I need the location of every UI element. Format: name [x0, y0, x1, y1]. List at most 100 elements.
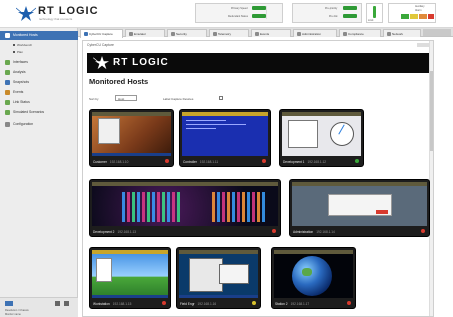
- sidebar-item-analysis[interactable]: Analysis: [0, 68, 78, 77]
- sidebar-item-link-status[interactable]: Link Status: [0, 98, 78, 107]
- bell-icon: [5, 90, 10, 95]
- tab-label: Emulator: [134, 32, 147, 36]
- tab-cybercu-capture[interactable]: CyberCU Capture: [80, 29, 123, 38]
- host-status-indicator: [421, 229, 425, 233]
- tab-network[interactable]: Network: [383, 29, 421, 37]
- tab-label: Compliance: [348, 32, 364, 36]
- capture-icon: [84, 32, 88, 36]
- sort-select[interactable]: Host: [115, 95, 137, 101]
- host-name: Station 2: [275, 302, 288, 306]
- host-screen-thumbnail[interactable]: [274, 250, 353, 298]
- star-logo-icon: [16, 6, 36, 21]
- tab-compliance[interactable]: Compliance: [339, 29, 381, 37]
- monitor-icon: [5, 33, 10, 38]
- tab-bar: CyberCU Capture Emulator Security Teleme…: [78, 28, 453, 38]
- pre-priority-indicator: [343, 6, 357, 10]
- host-tile[interactable]: Workstation 192.168.1.15: [89, 247, 171, 309]
- warning-panel: Pre-priority Pre-link: [292, 3, 362, 23]
- host-ip: 192.168.1.16: [197, 302, 217, 306]
- thermometer-icon: [373, 6, 376, 18]
- host-screen-thumbnail[interactable]: [92, 250, 168, 298]
- scroll-thumb[interactable]: [430, 71, 433, 151]
- sidebar-item-snapshots[interactable]: Snapshots: [0, 78, 78, 87]
- host-screen-thumbnail[interactable]: [182, 112, 268, 156]
- host-screen-thumbnail[interactable]: [179, 250, 258, 298]
- host-caption: Controller 192.168.1.11: [183, 160, 218, 164]
- alarm-bar-green: [401, 14, 409, 19]
- redundant-status-indicator: [252, 14, 266, 18]
- primary-speed-label: Primary Speed: [231, 7, 248, 10]
- tab-administration[interactable]: Administration: [293, 29, 337, 37]
- host-name: Development 2: [93, 230, 115, 234]
- host-tile[interactable]: Controller 192.168.1.11: [179, 109, 271, 167]
- sidebar: Monitored Hosts Workbench Plan Interface…: [0, 28, 78, 317]
- host-name: Controller: [183, 160, 197, 164]
- pre-priority-label: Pre-priority: [325, 7, 338, 10]
- host-status-indicator: [165, 159, 169, 163]
- host-screen-thumbnail[interactable]: [92, 112, 171, 156]
- session-icon: [5, 301, 13, 306]
- alarm-panel: Auxiliary Alarm: [388, 3, 436, 23]
- host-status-indicator: [162, 301, 166, 305]
- sidebar-item-label: Monitored Hosts: [13, 33, 38, 37]
- sidebar-subitem-plan[interactable]: Plan: [0, 48, 78, 55]
- host-caption: Development 2 192.168.1.13: [93, 230, 136, 234]
- sort-label: Sort by: [89, 97, 99, 101]
- tab-telemetry[interactable]: Telemetry: [209, 29, 249, 37]
- host-screen-thumbnail[interactable]: [282, 112, 361, 156]
- host-name: Customer: [93, 160, 107, 164]
- host-screen-thumbnail[interactable]: [92, 182, 278, 226]
- host-tile[interactable]: Customer 192.168.1.10: [89, 109, 174, 167]
- host-ip: 192.168.1.15: [112, 302, 132, 306]
- label-capture-devices-checkbox[interactable]: [219, 96, 223, 100]
- sidebar-subitem-workbench[interactable]: Workbench: [0, 41, 78, 48]
- host-tile[interactable]: Station 2 192.168.1.17: [271, 247, 356, 309]
- logout-icon[interactable]: [64, 301, 69, 306]
- host-name: Field Engr: [180, 302, 195, 306]
- sidebar-item-label: Plan: [17, 50, 24, 54]
- tab-security[interactable]: Security: [167, 29, 207, 37]
- link-status-panel: Primary Speed Redundant Status: [195, 3, 283, 23]
- sidebar-item-simulated-scenarios[interactable]: Simulated Scenarios: [0, 108, 78, 117]
- sidebar-item-label: Snapshots: [13, 80, 30, 84]
- sidebar-item-monitored-hosts[interactable]: Monitored Hosts: [0, 31, 78, 40]
- tab-emulator[interactable]: Emulator: [125, 29, 165, 37]
- window-controls[interactable]: [417, 43, 429, 47]
- sidebar-item-interfaces[interactable]: Interfaces: [0, 58, 78, 67]
- host-name: Workstation: [93, 302, 110, 306]
- host-status-indicator: [355, 159, 359, 163]
- host-tile[interactable]: Administration 192.168.1.14: [289, 179, 430, 237]
- vertical-scrollbar[interactable]: [429, 41, 433, 316]
- tab-label: Administration: [302, 32, 322, 36]
- sidebar-item-label: Simulated Scenarios: [13, 110, 45, 114]
- host-screen-thumbnail[interactable]: [292, 182, 427, 226]
- sidebar-item-label: Link Status: [13, 100, 30, 104]
- flask-icon: [5, 110, 10, 115]
- host-tile[interactable]: Development 2 192.168.1.13: [89, 179, 281, 237]
- tab-events[interactable]: Events: [251, 29, 291, 37]
- footer-line-2: Monitor name: [5, 313, 21, 316]
- sort-select-value: Host: [118, 97, 125, 101]
- sidebar-item-configuration[interactable]: Configuration: [0, 120, 78, 129]
- events-icon: [255, 32, 259, 36]
- sidebar-item-label: Analysis: [13, 70, 26, 74]
- redundant-status-label: Redundant Status: [228, 15, 249, 18]
- lock-icon[interactable]: [55, 301, 60, 306]
- window-title: CyberCU Capture: [87, 43, 114, 47]
- host-name: Administration: [293, 230, 314, 234]
- host-caption: Workstation 192.168.1.15: [93, 302, 131, 306]
- brand-logo[interactable]: RT LOGIC technology that connects: [16, 5, 98, 23]
- limit-label: Limit: [368, 19, 374, 22]
- pre-link-indicator: [343, 14, 357, 18]
- plug-icon: [5, 60, 10, 65]
- host-tile[interactable]: Development 1 192.168.1.12: [279, 109, 364, 167]
- host-status-indicator: [252, 301, 256, 305]
- host-name: Development 1: [283, 160, 305, 164]
- sidebar-item-events[interactable]: Events: [0, 88, 78, 97]
- top-header: RT LOGIC technology that connects Primar…: [0, 0, 453, 28]
- telemetry-icon: [213, 32, 217, 36]
- banner-brand-name: RT LOGIC: [113, 57, 169, 68]
- host-tile[interactable]: Field Engr 192.168.1.16: [176, 247, 261, 309]
- emulator-icon: [129, 32, 133, 36]
- host-ip: 192.168.1.11: [199, 160, 219, 164]
